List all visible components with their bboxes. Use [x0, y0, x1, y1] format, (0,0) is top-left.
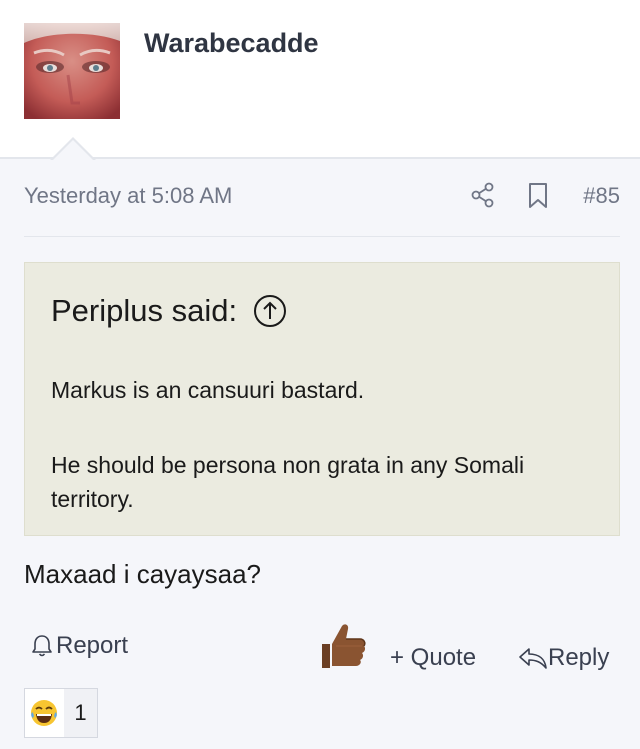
post-body: Maxaad i cayaysaa?	[24, 559, 262, 589]
reply-button[interactable]: Reply	[518, 644, 609, 672]
reply-arrow-icon	[519, 648, 547, 669]
thumbs-up-icon[interactable]	[316, 620, 368, 672]
header-pointer-fill	[52, 140, 94, 161]
avatar[interactable]	[24, 23, 120, 119]
username[interactable]: Warabecadde	[144, 28, 319, 59]
report-label: Report	[56, 632, 129, 659]
post-header: Warabecadde	[0, 0, 640, 159]
share-icon[interactable]	[470, 182, 496, 208]
quote-label: + Quote	[390, 644, 477, 671]
meta-divider	[24, 236, 620, 237]
laughing-emoji-icon	[25, 689, 64, 737]
avatar-face-icon	[24, 23, 120, 119]
quote-text-line: He should be persona non grata in any So…	[51, 452, 525, 512]
jump-to-quote-icon[interactable]	[253, 294, 287, 328]
post-number-link[interactable]: #85	[583, 183, 620, 209]
quote-author[interactable]: Periplus said:	[51, 293, 237, 329]
post-meta: Yesterday at 5:08 AM #85	[24, 180, 620, 212]
reply-label: Reply	[548, 644, 610, 671]
bookmark-icon[interactable]	[527, 182, 549, 210]
reaction-count: 1	[63, 689, 97, 737]
quote-text-line: Markus is an cansuuri bastard.	[51, 377, 365, 403]
report-button[interactable]: Report	[30, 632, 128, 660]
bell-icon	[32, 635, 52, 657]
post-actions: Report + Quote Reply	[24, 620, 620, 680]
reaction-summary[interactable]: 1	[24, 688, 98, 738]
quote-header: Periplus said:	[51, 293, 287, 329]
post-timestamp[interactable]: Yesterday at 5:08 AM	[24, 183, 232, 209]
quote-button[interactable]: + Quote	[390, 644, 476, 672]
quote-block: Periplus said: Markus is an cansuuri bas…	[24, 262, 620, 536]
